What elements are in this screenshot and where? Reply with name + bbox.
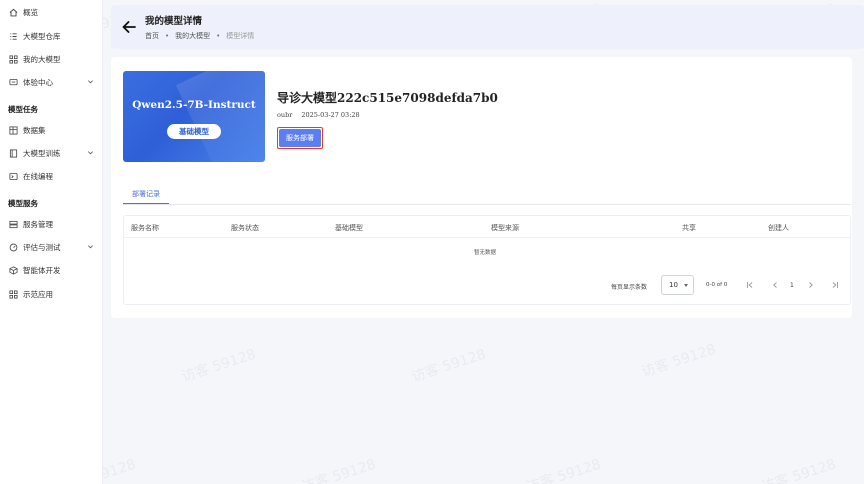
section-model-services: 模型服务 (8, 199, 38, 208)
rows-per-page-value: 10 (669, 281, 678, 289)
sidebar-item-experience[interactable]: 体验中心 (8, 74, 100, 90)
model-owner: oubr (277, 111, 293, 119)
sidebar-item-agent-dev[interactable]: 智能体开发 (8, 262, 100, 278)
sidebar-item-label: 我的大模型 (23, 54, 61, 64)
model-meta: oubr 2025-03-27 03:28 (277, 111, 360, 119)
column-header-service-status: 服务状态 (231, 224, 259, 232)
chevron-down-icon (88, 245, 93, 249)
chevron-down-icon (88, 151, 93, 155)
sidebar-item-label: 评估与测试 (23, 242, 61, 252)
code-icon (8, 171, 18, 181)
sidebar-item-my-models[interactable]: 我的大模型 (8, 51, 100, 67)
sidebar-item-label: 体验中心 (23, 77, 53, 87)
breadcrumb: 首页 • 我的大模型 • 模型详情 (145, 31, 254, 41)
sidebar-item-evaluation[interactable]: 评估与测试 (8, 239, 100, 255)
base-model-badge: 基础模型 (167, 124, 221, 139)
sidebar-item-service-management[interactable]: 服务管理 (8, 216, 100, 232)
first-page-icon (747, 282, 753, 288)
sidebar-item-label: 数据集 (23, 125, 46, 135)
table-icon (8, 125, 18, 135)
chevron-down-icon (88, 80, 93, 84)
grid-list-icon (8, 31, 18, 41)
cube-icon (8, 265, 18, 275)
prev-page-button[interactable] (770, 280, 780, 290)
model-banner: Qwen2.5-7B-Instruct 基础模型 (123, 71, 265, 162)
sidebar-item-label: 概览 (23, 7, 38, 17)
sidebar-item-model-hub[interactable]: 大模型仓库 (8, 28, 100, 44)
table-empty-text: 暂无数据 (474, 250, 497, 256)
back-arrow-icon[interactable] (121, 19, 137, 35)
sidebar-item-training[interactable]: 大模型训练 (8, 145, 100, 161)
apps-icon (8, 54, 18, 64)
breadcrumb-current: 模型详情 (226, 32, 255, 40)
apps-icon (8, 289, 18, 299)
book-icon (8, 148, 18, 158)
chevron-right-icon (809, 282, 813, 288)
breadcrumb-my-models[interactable]: 我的大模型 (175, 31, 210, 41)
server-icon (8, 219, 18, 229)
sidebar-item-label: 智能体开发 (23, 265, 61, 275)
chevron-left-icon (773, 282, 777, 288)
breadcrumb-home[interactable]: 首页 (145, 31, 159, 41)
sidebar-item-overview[interactable]: 概览 (8, 4, 100, 20)
watermark: 访客 59128 (759, 456, 838, 484)
caret-down-icon (684, 284, 688, 287)
last-page-icon (832, 282, 838, 288)
watermark: 访客 59128 (409, 346, 488, 386)
sidebar-item-label: 示范应用 (23, 289, 53, 299)
sidebar-item-label: 服务管理 (23, 219, 53, 229)
watermark: 访客 59128 (299, 456, 378, 484)
next-page-button[interactable] (806, 280, 816, 290)
rows-per-page-select[interactable]: 10 (661, 275, 694, 295)
column-header-model-source: 模型来源 (491, 224, 519, 232)
model-title: 导诊大模型222c515e7098defda7b0 (277, 91, 498, 105)
sidebar-item-online-coding[interactable]: 在线编程 (8, 168, 100, 184)
tab-deploy-records[interactable]: 部署记录 (123, 185, 169, 205)
page-title: 我的模型详情 (145, 16, 203, 27)
page-header (111, 5, 864, 49)
watermark: 访客 59128 (179, 346, 258, 386)
rows-per-page-label: 每页显示条数 (611, 284, 648, 291)
column-header-shared: 共享 (682, 224, 696, 232)
sidebar: 概览 大模型仓库 我的大模型 体验中心 模型任务 数据集 大模型训练 在线编程 … (0, 0, 103, 484)
section-model-tasks: 模型任务 (8, 105, 38, 114)
sidebar-item-label: 在线编程 (23, 171, 53, 181)
breadcrumb-separator: • (216, 32, 221, 40)
model-created-time: 2025-03-27 03:28 (301, 111, 360, 119)
sidebar-item-label: 大模型仓库 (23, 31, 61, 41)
gauge-icon (8, 242, 18, 252)
sidebar-item-label: 大模型训练 (23, 148, 61, 158)
column-header-service-name: 服务名称 (131, 224, 159, 232)
watermark: 访客 59128 (524, 456, 603, 484)
breadcrumb-separator: • (165, 32, 170, 40)
watermark: 访客 59128 (639, 341, 718, 381)
tab-divider (123, 204, 851, 205)
sidebar-item-demo-apps[interactable]: 示范应用 (8, 286, 100, 302)
first-page-button[interactable] (745, 280, 755, 290)
current-page[interactable]: 1 (790, 282, 794, 289)
column-header-base-model: 基础模型 (335, 224, 363, 232)
last-page-button[interactable] (830, 280, 840, 290)
chat-icon (8, 77, 18, 87)
banner-model-name: Qwen2.5-7B-Instruct (132, 99, 256, 111)
column-header-creator: 创建人 (768, 224, 789, 232)
home-icon (8, 7, 18, 17)
banner-decoration (175, 71, 265, 162)
pagination-range: 0-0 of 0 (706, 282, 728, 288)
deploy-service-button[interactable]: 服务部署 (279, 129, 321, 147)
sidebar-item-datasets[interactable]: 数据集 (8, 122, 100, 138)
